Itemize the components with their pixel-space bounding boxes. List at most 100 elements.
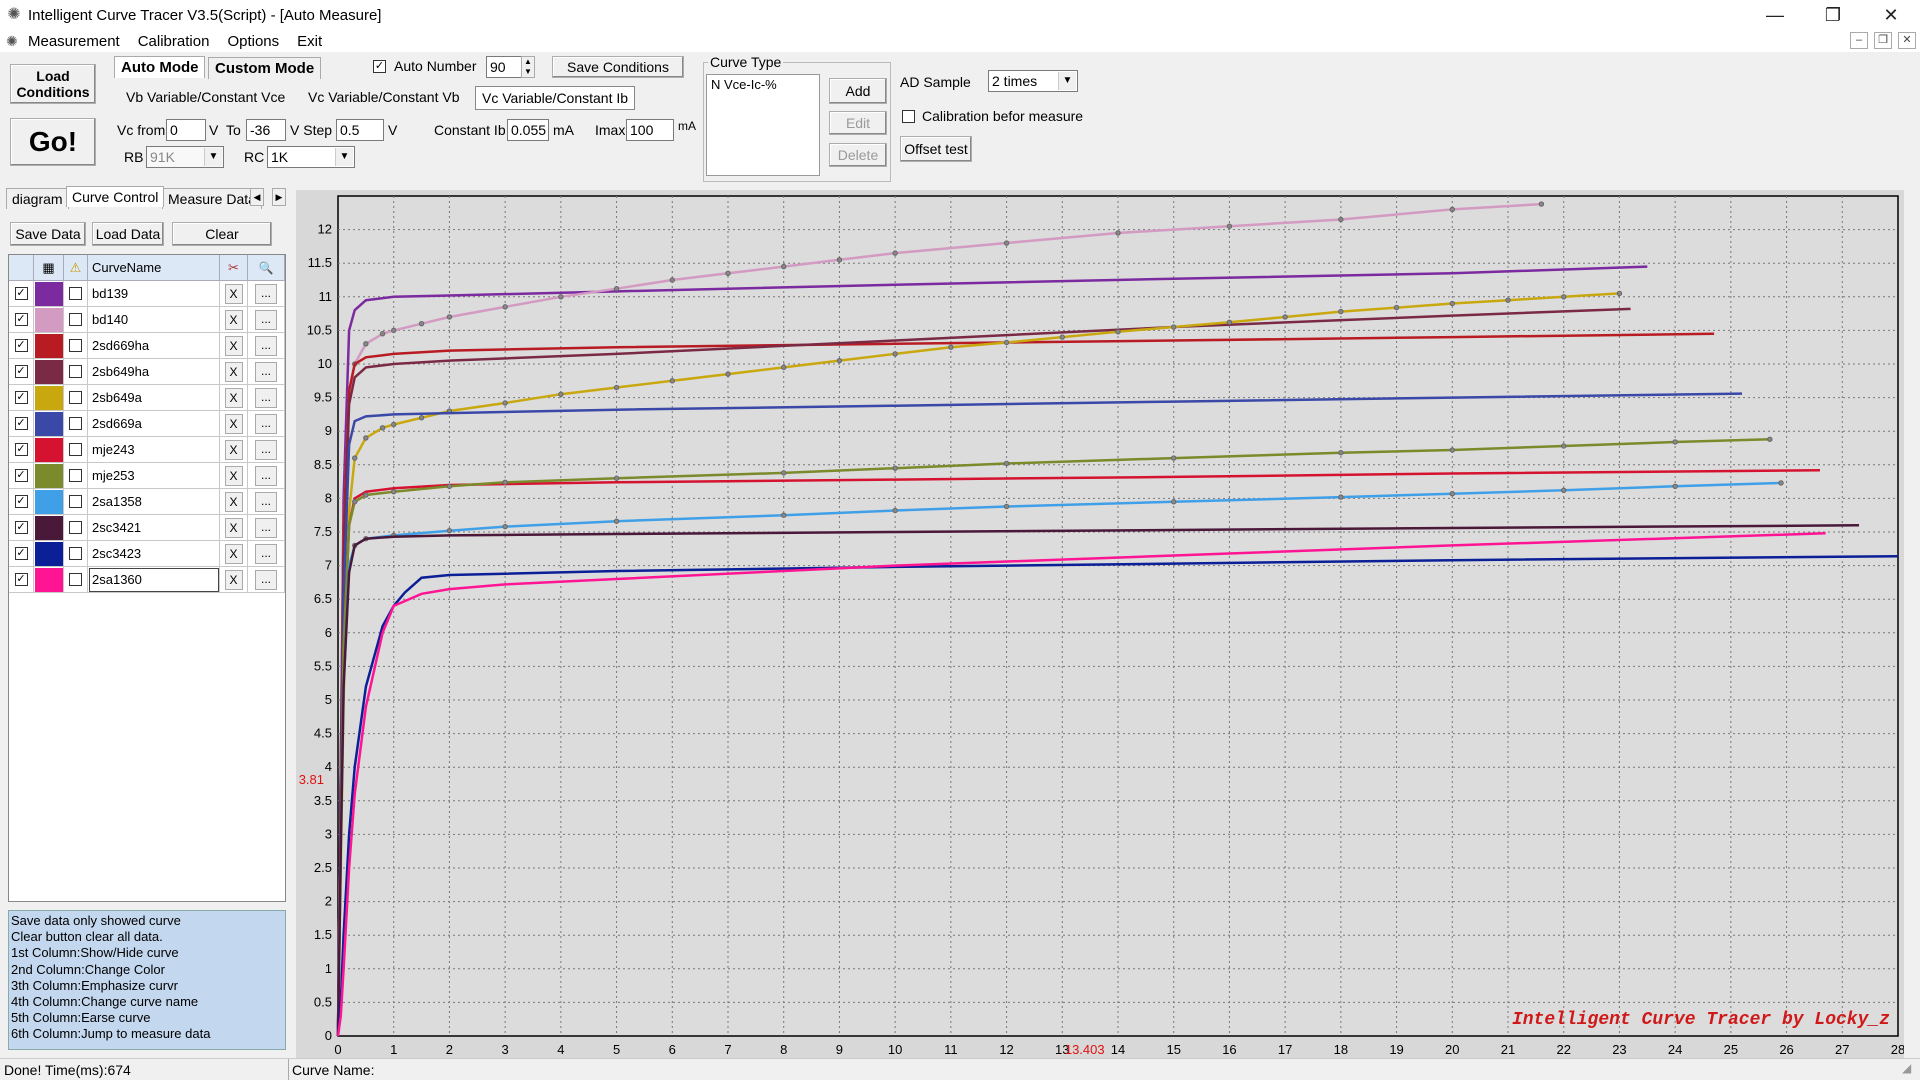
erase-curve-button[interactable]: X [224, 439, 243, 460]
save-conditions-button[interactable]: Save Conditions [552, 56, 684, 78]
add-button[interactable]: Add [829, 78, 887, 104]
erase-curve-button[interactable]: X [224, 361, 243, 382]
load-conditions-button[interactable]: Load Conditions [10, 64, 96, 104]
jump-to-data-button[interactable]: ... [255, 491, 277, 512]
curve-name-cell[interactable]: mje253 [88, 463, 220, 489]
menu-measurement[interactable]: Measurement [28, 33, 120, 50]
jump-to-data-button[interactable]: ... [255, 569, 277, 590]
color-swatch[interactable] [34, 541, 63, 566]
chevron-down-icon[interactable]: ▼ [335, 148, 353, 166]
tab-custom-mode[interactable]: Custom Mode [208, 57, 322, 79]
curve-name-cell[interactable]: 2sc3423 [88, 541, 220, 567]
curve-type-list[interactable]: N Vce-Ic-% [706, 74, 820, 176]
emphasize-checkbox[interactable] [69, 339, 82, 352]
menu-exit[interactable]: Exit [297, 33, 322, 50]
color-swatch[interactable] [34, 515, 63, 540]
tab-curve-control[interactable]: Curve Control [66, 186, 165, 207]
erase-curve-button[interactable]: X [224, 465, 243, 486]
tab-measure-data[interactable]: Measure Data [162, 188, 262, 209]
color-swatch[interactable] [34, 411, 63, 436]
jump-to-data-button[interactable]: ... [255, 387, 277, 408]
color-swatch[interactable] [34, 463, 63, 488]
go-button[interactable]: Go! [10, 118, 96, 166]
save-data-button[interactable]: Save Data [10, 222, 86, 246]
emphasize-checkbox[interactable] [69, 313, 82, 326]
jump-to-data-button[interactable]: ... [255, 413, 277, 434]
mdi-close-button[interactable]: ✕ [1898, 32, 1916, 49]
tab-auto-mode[interactable]: Auto Mode [114, 56, 206, 78]
show-checkbox[interactable]: ✓ [14, 313, 28, 326]
curve-name-cell[interactable]: 2sb649a [88, 385, 220, 411]
erase-curve-button[interactable]: X [224, 387, 243, 408]
emphasize-checkbox[interactable] [69, 391, 82, 404]
emphasize-checkbox[interactable] [69, 365, 82, 378]
color-swatch[interactable] [34, 307, 63, 332]
chevron-down-icon[interactable]: ▼ [1058, 72, 1076, 90]
erase-curve-button[interactable]: X [224, 413, 243, 434]
chevron-down-icon[interactable]: ▼ [204, 148, 222, 166]
jump-to-data-button[interactable]: ... [255, 335, 277, 356]
show-checkbox[interactable]: ✓ [14, 443, 28, 456]
curve-name-cell[interactable]: 2sb649ha [88, 359, 220, 385]
color-swatch[interactable] [34, 437, 63, 462]
mdi-restore-button[interactable]: ❐ [1874, 32, 1892, 49]
menu-calibration[interactable]: Calibration [138, 33, 210, 50]
curve-name-cell[interactable]: bd140 [88, 307, 220, 333]
tab-vb-variable[interactable]: Vb Variable/Constant Vce [120, 86, 291, 108]
erase-curve-button[interactable]: X [224, 569, 243, 590]
tab-vc-variable-ib[interactable]: Vc Variable/Constant Ib [475, 86, 636, 110]
step-input[interactable]: 0.5 [336, 119, 384, 141]
show-checkbox[interactable]: ✓ [14, 339, 28, 352]
vc-to-input[interactable]: -36 [246, 119, 286, 141]
show-checkbox[interactable]: ✓ [14, 573, 28, 586]
emphasize-checkbox[interactable] [69, 573, 82, 586]
erase-curve-button[interactable]: X [224, 283, 243, 304]
jump-to-data-button[interactable]: ... [255, 439, 277, 460]
minimize-button[interactable]: — [1746, 0, 1804, 30]
menu-options[interactable]: Options [227, 33, 279, 50]
show-checkbox[interactable]: ✓ [14, 417, 28, 430]
emphasize-checkbox[interactable] [69, 547, 82, 560]
tab-vc-variable-vb[interactable]: Vc Variable/Constant Vb [302, 86, 466, 108]
color-swatch[interactable] [34, 385, 63, 410]
erase-curve-button[interactable]: X [224, 543, 243, 564]
jump-to-data-button[interactable]: ... [255, 465, 277, 486]
color-swatch[interactable] [34, 359, 63, 384]
erase-curve-button[interactable]: X [224, 309, 243, 330]
curve-name-cell[interactable]: bd139 [88, 281, 220, 307]
emphasize-checkbox[interactable] [69, 495, 82, 508]
mdi-minimize-button[interactable]: – [1850, 32, 1868, 49]
curve-name-cell[interactable]: 2sd669a [88, 411, 220, 437]
color-swatch[interactable] [34, 489, 63, 514]
tab-diagram[interactable]: diagram [6, 188, 69, 209]
show-checkbox[interactable]: ✓ [14, 521, 28, 534]
emphasize-checkbox[interactable] [69, 521, 82, 534]
restore-button[interactable]: ❐ [1804, 0, 1862, 30]
imax-input[interactable]: 100 [626, 119, 674, 141]
ad-sample-select[interactable]: 2 times ▼ [988, 70, 1078, 92]
rb-select[interactable]: 91K ▼ [146, 146, 224, 168]
rc-select[interactable]: 1K ▼ [267, 146, 355, 168]
curve-name-cell[interactable]: 2sd669ha [88, 333, 220, 359]
mdi-app-icon[interactable]: ✺ [6, 33, 28, 50]
tab-scroll-right-icon[interactable]: ▶ [272, 188, 286, 206]
jump-to-data-button[interactable]: ... [255, 517, 277, 538]
vc-from-input[interactable]: 0 [166, 119, 206, 141]
jump-to-data-button[interactable]: ... [255, 543, 277, 564]
show-checkbox[interactable]: ✓ [14, 391, 28, 404]
emphasize-checkbox[interactable] [69, 469, 82, 482]
erase-curve-button[interactable]: X [224, 517, 243, 538]
erase-curve-button[interactable]: X [224, 335, 243, 356]
color-swatch[interactable] [34, 281, 63, 306]
show-checkbox[interactable]: ✓ [14, 365, 28, 378]
delete-button[interactable]: Delete [829, 143, 887, 167]
curve-name-cell[interactable]: mje243 [88, 437, 220, 463]
tab-scroll-left-icon[interactable]: ◀ [250, 188, 264, 206]
erase-curve-button[interactable]: X [224, 491, 243, 512]
curve-type-item[interactable]: N Vce-Ic-% [711, 77, 815, 92]
show-checkbox[interactable]: ✓ [14, 495, 28, 508]
load-data-button[interactable]: Load Data [92, 222, 164, 246]
jump-to-data-button[interactable]: ... [255, 309, 277, 330]
show-checkbox[interactable]: ✓ [14, 547, 28, 560]
show-checkbox[interactable]: ✓ [14, 287, 28, 300]
